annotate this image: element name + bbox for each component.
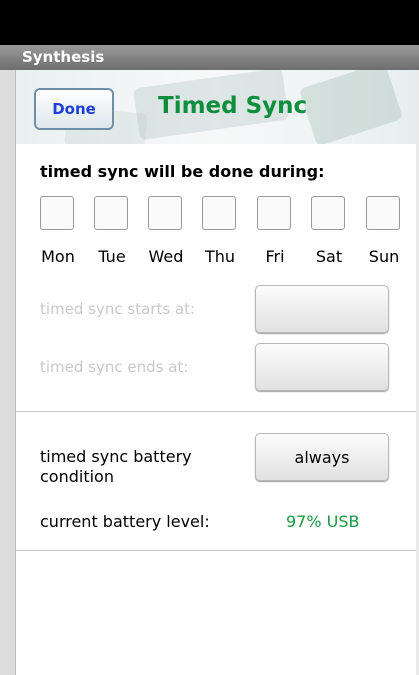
day-label-thu: Thu <box>204 247 236 266</box>
checkbox-thu[interactable] <box>202 196 236 230</box>
battery-level-label: current battery level: <box>40 512 210 531</box>
battery-condition-label: timed sync battery condition <box>40 447 192 486</box>
checkbox-tue[interactable] <box>94 196 128 230</box>
left-edge <box>0 70 16 675</box>
checkbox-mon[interactable] <box>40 196 74 230</box>
done-button[interactable]: Done <box>34 88 114 130</box>
header-banner: Done Timed Sync <box>16 70 416 144</box>
section-divider <box>16 550 416 551</box>
sync-start-label: timed sync starts at: <box>40 300 196 318</box>
sync-days-heading: timed sync will be done during: <box>40 162 325 181</box>
status-bar <box>0 0 419 45</box>
day-label-tue: Tue <box>98 247 126 266</box>
checkbox-wed[interactable] <box>148 196 182 230</box>
checkbox-sun[interactable] <box>366 196 400 230</box>
checkbox-fri[interactable] <box>257 196 291 230</box>
section-divider <box>16 411 416 412</box>
day-label-mon: Mon <box>41 247 75 266</box>
day-label-fri: Fri <box>265 247 285 266</box>
banner-decoration <box>298 70 404 144</box>
day-label-sat: Sat <box>315 247 343 266</box>
sync-start-time-button[interactable] <box>255 285 389 333</box>
day-label-sun: Sun <box>368 247 400 266</box>
day-label-wed: Wed <box>148 247 184 266</box>
page-title: Timed Sync <box>158 93 308 119</box>
app-title-bar: Synthesis <box>0 45 419 70</box>
battery-level-value: 97% USB <box>286 512 360 531</box>
battery-condition-button[interactable]: always <box>255 433 389 481</box>
sync-end-label: timed sync ends at: <box>40 358 189 376</box>
app-title: Synthesis <box>22 48 105 66</box>
sync-end-time-button[interactable] <box>255 343 389 391</box>
checkbox-sat[interactable] <box>311 196 345 230</box>
